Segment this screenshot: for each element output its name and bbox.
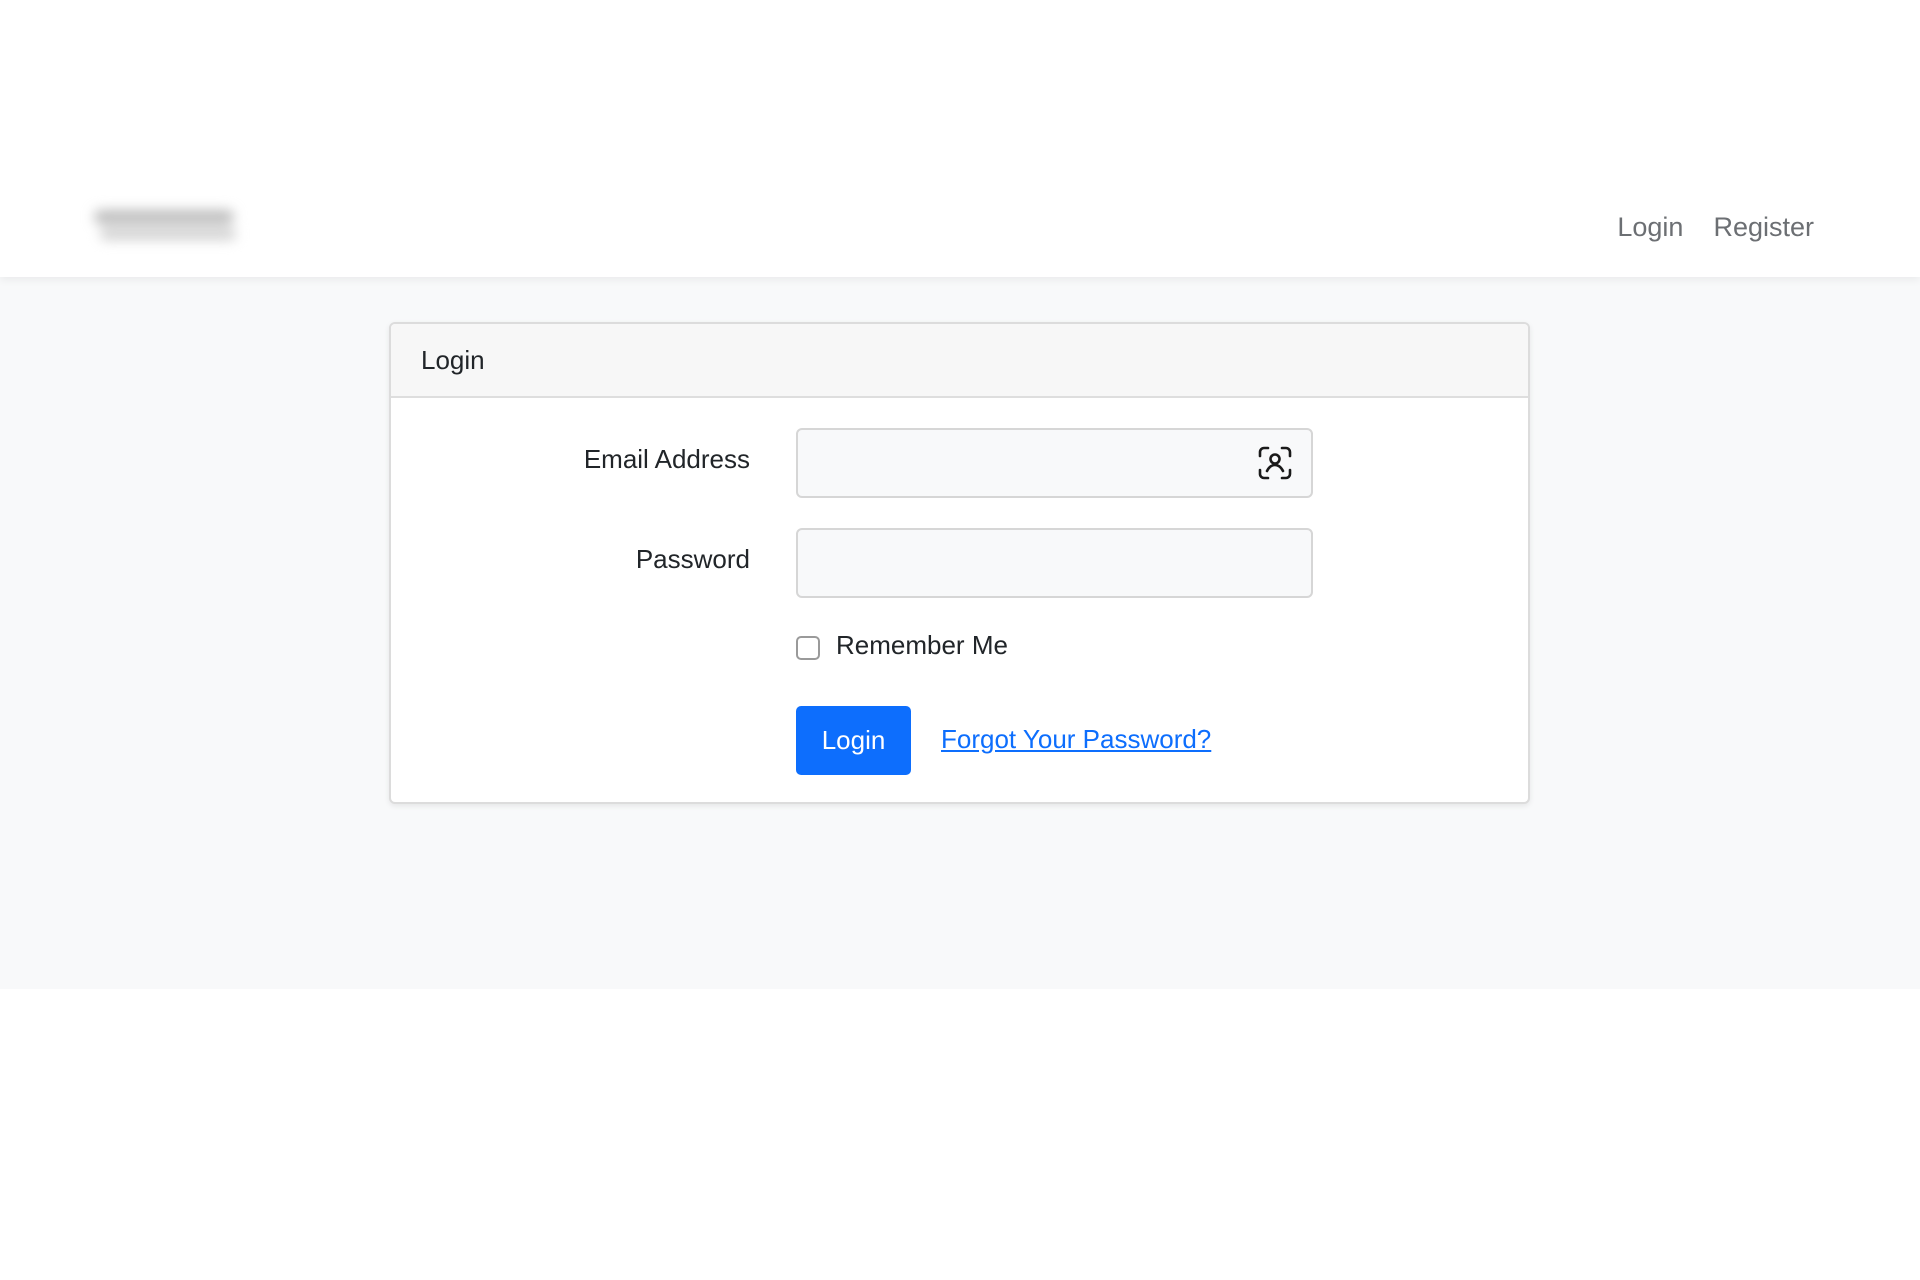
email-input[interactable]	[796, 428, 1313, 498]
remember-me-label[interactable]: Remember Me	[836, 630, 1008, 661]
nav-login-link[interactable]: Login	[1617, 207, 1683, 247]
password-label: Password	[635, 544, 750, 574]
card-header: Login	[391, 324, 1528, 398]
forgot-password-link[interactable]: Forgot Your Password?	[941, 724, 1211, 755]
email-label: Email Address	[583, 444, 750, 474]
remember-me-checkbox[interactable]	[796, 636, 820, 660]
face-scan-icon[interactable]	[1258, 446, 1292, 480]
login-submit-button[interactable]: Login	[796, 706, 911, 775]
password-input[interactable]	[796, 528, 1313, 598]
nav-register-link[interactable]: Register	[1713, 207, 1814, 247]
login-card: Login Email Address Password Remember Me…	[389, 322, 1530, 804]
top-navbar: Login Register	[0, 0, 1920, 277]
brand-logo[interactable]	[88, 206, 250, 246]
nav-links: Login Register	[1617, 207, 1814, 247]
